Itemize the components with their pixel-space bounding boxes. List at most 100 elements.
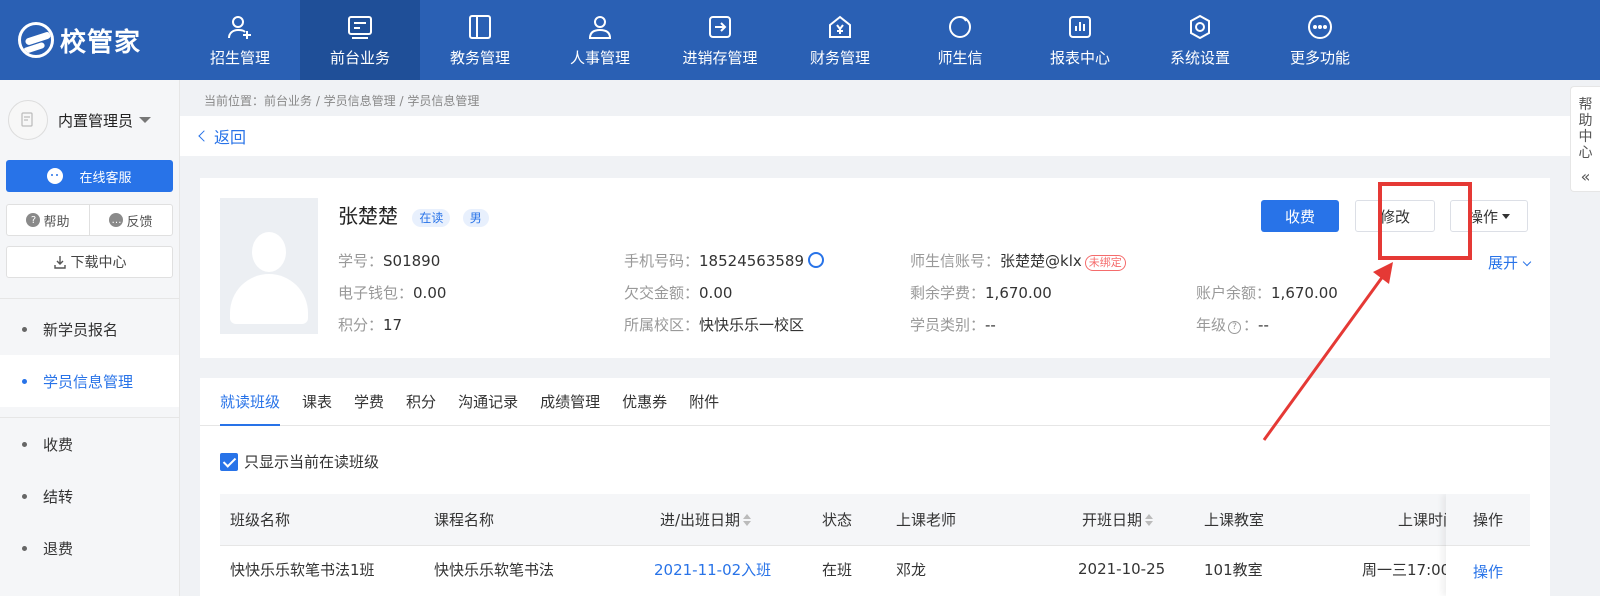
- field-label-colon: ：: [1243, 316, 1259, 334]
- nav-label: 招生管理: [209, 48, 270, 67]
- col-start-date[interactable]: 开班日期: [1082, 494, 1154, 545]
- nav-label: 教务管理: [449, 48, 510, 67]
- chevron-down-icon: [1522, 257, 1532, 267]
- nav-item-enrollment[interactable]: 招生管理: [180, 0, 300, 80]
- field-label: 剩余学费：: [910, 284, 986, 302]
- phone-icon[interactable]: [808, 252, 824, 268]
- logo[interactable]: 校管家: [0, 0, 180, 80]
- report-icon: [1066, 13, 1094, 41]
- expand-toggle[interactable]: 展开: [1488, 252, 1532, 273]
- messaging-account: 师生信账号：张楚楚@klx 未绑定: [910, 250, 1126, 271]
- operations-label: 操作: [1467, 207, 1498, 226]
- download-center-button[interactable]: 下载中心: [6, 246, 173, 278]
- col-enter-exit-date[interactable]: 进/出班日期: [660, 494, 752, 545]
- row-operations-link[interactable]: 操作: [1446, 546, 1530, 596]
- field-label: 学号：: [338, 252, 384, 270]
- main-content: 当前位置：前台业务 / 学员信息管理 / 学员信息管理 返回 张楚楚 在读 男 …: [180, 80, 1570, 596]
- feedback-button[interactable]: … 反馈: [89, 205, 172, 235]
- nav-label: 报表中心: [1049, 48, 1110, 67]
- only-current-checkbox[interactable]: 只显示当前在读班级: [220, 451, 379, 472]
- tab-attachments[interactable]: 附件: [689, 378, 719, 425]
- avatar-placeholder-body: [230, 274, 308, 324]
- gender-badge: 男: [462, 208, 489, 227]
- field-value: 18524563589: [699, 252, 804, 270]
- sidebar-item-label: 收费: [43, 435, 74, 454]
- fixed-operation-column: 操作 操作: [1446, 494, 1530, 596]
- top-navigation: 校管家 招生管理 前台业务 教务管理 人事管理 进销存管理 财务管理 师生信 报…: [0, 0, 1600, 80]
- help-center-tab[interactable]: 帮助中心 «: [1570, 86, 1600, 192]
- nav-item-finance[interactable]: 财务管理: [780, 0, 900, 80]
- sidebar-item-transfer[interactable]: 结转: [0, 470, 179, 522]
- tab-classes[interactable]: 就读班级: [220, 378, 281, 426]
- nav-item-inventory[interactable]: 进销存管理: [660, 0, 780, 80]
- user-menu[interactable]: 内置管理员: [0, 80, 179, 160]
- nav-item-more[interactable]: 更多功能: [1260, 0, 1380, 80]
- sidebar-item-charge[interactable]: 收费: [0, 418, 179, 470]
- chat-bubble-icon: [47, 168, 64, 184]
- nav-item-reports[interactable]: 报表中心: [1020, 0, 1140, 80]
- student-no: 学号：S01890: [338, 250, 440, 271]
- online-service-button[interactable]: 在线客服: [6, 160, 173, 192]
- chat-icon: [946, 13, 974, 41]
- col-course-name: 课程名称: [434, 511, 495, 529]
- sidebar-item-new-enrollment[interactable]: 新学员报名: [0, 303, 179, 355]
- avatar: [8, 100, 48, 140]
- more-icon: [1306, 13, 1334, 41]
- field-label: 欠交金额：: [624, 284, 700, 302]
- sidebar-item-refund[interactable]: 退费: [0, 522, 179, 574]
- cell-class-time: 周一三17:00-: [1362, 560, 1456, 579]
- campus: 所属校区：快快乐乐一校区: [624, 314, 804, 335]
- nav-item-settings[interactable]: 系统设置: [1140, 0, 1260, 80]
- download-icon: [53, 256, 66, 269]
- field-label: 师生信账号：: [910, 252, 1001, 270]
- tab-points[interactable]: 积分: [406, 378, 436, 425]
- back-button[interactable]: 返回: [198, 124, 246, 148]
- field-label: 年级: [1196, 316, 1227, 334]
- field-value: --: [985, 316, 996, 334]
- wallet: 电子钱包：0.00: [338, 282, 446, 303]
- field-value: 0.00: [699, 284, 733, 302]
- feedback-label: 反馈: [126, 214, 153, 230]
- bullet-icon: [22, 326, 27, 332]
- nav-label: 系统设置: [1169, 48, 1230, 67]
- field-value: 张楚楚@klx: [1000, 252, 1082, 270]
- online-service-label: 在线客服: [79, 170, 132, 186]
- nav-item-hr[interactable]: 人事管理: [540, 0, 660, 80]
- tab-bar: 就读班级 课表 学费 积分 沟通记录 成绩管理 优惠券 附件: [200, 378, 1550, 426]
- cell-enter-date-link[interactable]: 2021-11-02入班: [654, 546, 771, 592]
- question-icon[interactable]: ?: [1228, 321, 1242, 334]
- sort-icon: [1145, 513, 1154, 526]
- tab-schedule[interactable]: 课表: [302, 378, 332, 425]
- field-value: 1,670.00: [985, 284, 1052, 302]
- tab-communication[interactable]: 沟通记录: [458, 378, 518, 425]
- back-bar: 返回: [180, 116, 1570, 156]
- student-name: 张楚楚: [338, 204, 398, 228]
- nav-label: 师生信: [937, 48, 983, 67]
- nav-label: 财务管理: [809, 48, 870, 67]
- tab-coupons[interactable]: 优惠券: [622, 378, 667, 425]
- tab-tuition[interactable]: 学费: [354, 378, 384, 425]
- bullet-icon: [22, 493, 27, 499]
- bullet-icon: [22, 441, 27, 447]
- field-value: 快快乐乐一校区: [699, 316, 805, 334]
- checkbox-checked-icon: [220, 452, 238, 471]
- chevron-left-icon: [198, 130, 210, 142]
- field-value: 17: [383, 316, 403, 334]
- charge-button[interactable]: 收费: [1261, 200, 1339, 232]
- field-label: 电子钱包：: [338, 284, 414, 302]
- student-card: 张楚楚 在读 男 学号：S01890 手机号码：18524563589 师生信账…: [200, 178, 1550, 358]
- account-balance: 账户余额：1,670.00: [1196, 282, 1338, 303]
- student-photo[interactable]: [220, 198, 318, 334]
- collapse-icon: «: [1580, 167, 1591, 186]
- nav-item-messaging[interactable]: 师生信: [900, 0, 1020, 80]
- highlight-box: [1378, 182, 1472, 260]
- sidebar-item-student-info[interactable]: 学员信息管理: [0, 355, 179, 407]
- nav-label: 前台业务: [329, 48, 390, 67]
- help-button[interactable]: ? 帮助: [7, 205, 89, 235]
- col-label: 开班日期: [1082, 511, 1143, 529]
- monitor-icon: [346, 13, 374, 41]
- tab-grades[interactable]: 成绩管理: [540, 378, 600, 425]
- nav-item-front-desk[interactable]: 前台业务: [300, 0, 420, 80]
- col-class-name: 班级名称: [230, 511, 291, 529]
- nav-item-academic[interactable]: 教务管理: [420, 0, 540, 80]
